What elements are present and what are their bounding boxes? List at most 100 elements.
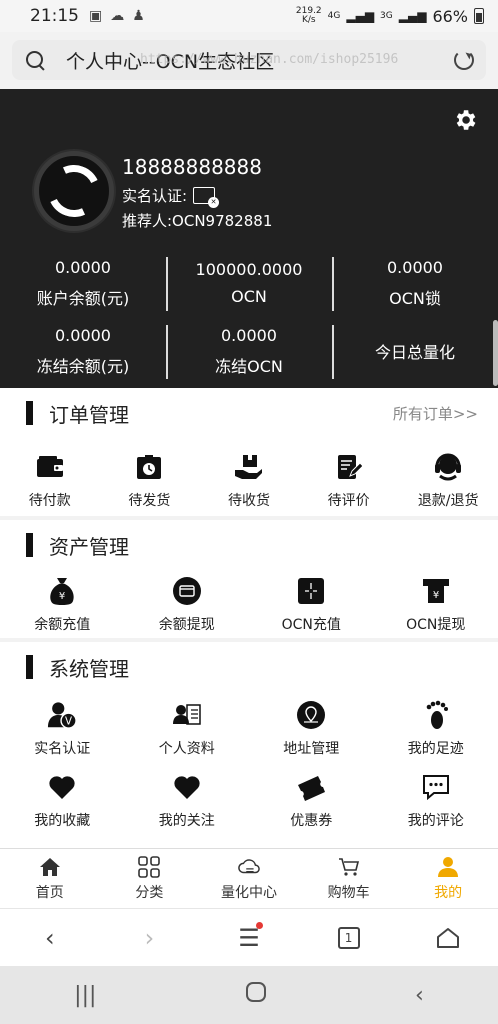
realname-status: 实名认证: [122,185,220,208]
stat-frozen-balance[interactable]: 0.0000 冻结余额(元) [0,317,166,385]
order-pending-receipt[interactable]: 待收货 [199,452,299,510]
battery-percent: 66% [432,6,468,26]
browser-nav-bar: ‹ › ☰ 1 [0,908,498,966]
network-3g: 3G [380,10,393,21]
notification-icon: ♟ [132,8,145,24]
notification-dot [255,921,263,929]
tabs-count: 1 [337,926,360,949]
user-phone: 18888888888 [122,155,262,179]
ocn-logo-icon [40,157,108,225]
atm-icon: ¥ [421,576,451,606]
system-coupons[interactable]: 优惠券 [249,772,374,830]
system-address[interactable]: 地址管理 [249,700,374,758]
forward-button[interactable]: › [129,918,169,958]
section-title: 系统管理 [49,656,129,681]
system-management-panel: 系统管理 V 实名认证 个人资料 地址管理 我的足迹 我的收藏 我的关注 优惠券… [0,642,498,848]
android-nav-bar: ||| ‹ [0,966,498,1024]
stat-ocn[interactable]: 100000.0000 OCN [166,249,332,317]
search-icon[interactable] [24,49,46,71]
user-verify-icon: V [47,700,78,730]
ocn-withdraw[interactable]: ¥ OCN提现 [374,576,498,634]
system-back-button[interactable]: ‹ [415,983,424,1008]
id-card-unverified-icon [193,187,220,208]
status-time: 21:15 [30,6,79,26]
ocn-icon [296,576,326,606]
tabs-button[interactable]: 1 [329,918,369,958]
gear-icon[interactable] [452,107,478,133]
tab-cart[interactable]: 购物车 [299,849,399,908]
scrollbar[interactable] [493,320,498,386]
tab-mine[interactable]: 我的 [398,849,498,908]
order-refund-return[interactable]: 退款/退货 [398,452,498,510]
system-profile[interactable]: 个人资料 [125,700,250,758]
svg-text:V: V [65,715,72,727]
asset-management-panel: 资产管理 ¥ 余额充值 余额提现 OCN充值 ¥ OCN提现 [0,520,498,638]
balance-withdraw[interactable]: 余额提现 [125,576,250,634]
system-footprint[interactable]: 我的足迹 [374,700,498,758]
home-circle-icon [245,982,266,1002]
home-system-button[interactable] [245,981,267,1009]
footprint-icon [421,700,451,730]
stat-ocn-locked[interactable]: 0.0000 OCN锁 [332,249,498,317]
order-pending-payment[interactable]: 待付款 [0,452,100,510]
menu-button[interactable]: ☰ [229,918,269,958]
order-pending-review[interactable]: 待评价 [299,452,399,510]
cloud-icon: ☁ [110,8,125,24]
reload-icon[interactable] [454,50,474,70]
card-icon [172,576,202,606]
referrer: 推荐人:OCN9782881 [122,212,273,230]
heart-icon [172,772,202,802]
bottom-tab-bar: 首页 分类 量化中心 购物车 我的 [0,848,498,908]
svg-text:¥: ¥ [59,591,65,602]
system-comments[interactable]: 我的评论 [374,772,498,830]
map-pin-icon [296,700,326,730]
recents-button[interactable]: ||| [74,983,96,1008]
system-realname[interactable]: V 实名认证 [0,700,125,758]
svg-text:¥: ¥ [433,590,439,601]
back-button[interactable]: ‹ [30,918,70,958]
wallet-icon [35,452,65,482]
gallery-icon: ▣ [89,8,103,24]
ocn-recharge[interactable]: OCN充值 [249,576,374,634]
watermark: https://www.huzhan.com/ishop25196 [140,52,399,67]
edit-doc-icon [334,452,364,482]
net-speed: 219.2 K/s [295,6,322,25]
comment-icon [421,772,451,802]
all-orders-link[interactable]: 所有订单>> [393,403,478,424]
headset-icon [433,452,463,482]
section-title: 资产管理 [49,534,129,559]
balance-recharge[interactable]: ¥ 余额充值 [0,576,125,634]
signal-icon-2: ▂▄▆ [398,9,427,23]
system-management-header: 系统管理 [0,642,498,692]
system-favorites[interactable]: 我的收藏 [0,772,125,830]
home-icon [39,856,61,878]
network-4g: 4G [327,10,341,21]
balance-stats: 0.0000 账户余额(元) 100000.0000 OCN 0.0000 OC… [0,249,498,385]
battery-icon [474,8,484,24]
tab-home[interactable]: 首页 [0,849,100,908]
home-outline-icon [437,927,460,948]
ticket-icon [296,772,326,802]
tab-quant-center[interactable]: 量化中心 [199,849,299,908]
order-pending-shipment[interactable]: 待发货 [100,452,200,510]
cloud-icon [238,856,260,878]
realname-label: 实名认证: [122,187,188,205]
system-follows[interactable]: 我的关注 [125,772,250,830]
chevron-left-icon: ‹ [44,923,55,952]
user-icon [437,856,459,878]
avatar[interactable] [34,151,114,231]
stat-today-quantify[interactable]: 今日总量化 [332,317,498,385]
profile-card-icon [172,700,202,730]
signal-icon: ▂▄▆ [346,9,375,23]
stat-account-balance[interactable]: 0.0000 账户余额(元) [0,249,166,317]
home-button[interactable] [428,918,468,958]
money-bag-icon: ¥ [47,576,77,606]
stat-frozen-ocn[interactable]: 0.0000 冻结OCN [166,317,332,385]
order-management-panel: 订单管理 所有订单>> 待付款 待发货 待收货 待评价 退款/退货 [0,388,498,516]
asset-management-header: 资产管理 [0,520,498,570]
grid-icon [138,855,161,878]
status-bar: 21:15 ▣ ☁ ♟ 219.2 K/s 4G ▂▄▆ 3G ▂▄▆ 66% [0,0,498,32]
section-title: 订单管理 [49,402,129,427]
cart-icon [338,856,360,878]
tab-category[interactable]: 分类 [100,849,200,908]
